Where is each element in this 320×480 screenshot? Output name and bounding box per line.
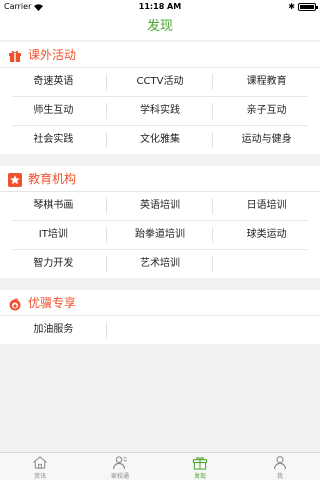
grid-item[interactable]: 球类运动: [213, 221, 320, 249]
tab-contacts[interactable]: 家校通: [80, 453, 160, 480]
item-grid: 奇速英语 CCTV活动 课程教育 师生互动 学科实践 亲子互动 社会实践 文化雅…: [0, 68, 320, 154]
status-right: ✱: [288, 2, 318, 11]
tab-label: 资讯: [33, 473, 46, 480]
section-institutions: 教育机构 琴棋书画 英语培训 日语培训 IT培训 跆拳道培训 球类运动 智力开发…: [0, 166, 320, 278]
grid-item[interactable]: 社会实践: [0, 126, 107, 154]
page-title: 发现: [146, 19, 173, 34]
grid-item[interactable]: 英语培训: [107, 192, 214, 220]
grid-item[interactable]: 文化雅集: [107, 126, 214, 154]
grid-item[interactable]: 艺术培训: [107, 250, 214, 278]
bluetooth-icon: ✱: [288, 2, 295, 11]
section-title: 优骥专享: [28, 296, 77, 310]
grid-item[interactable]: 亲子互动: [213, 97, 320, 125]
grid-item[interactable]: 加油服务: [0, 316, 107, 344]
section-title: 课外活动: [28, 48, 77, 62]
section-exclusive: 优骥专享 加油服务: [0, 290, 320, 344]
item-grid: 加油服务: [0, 316, 320, 344]
tab-label: 家校通: [110, 473, 129, 480]
tab-label: 我: [276, 473, 283, 480]
grid-item[interactable]: 日语培训: [213, 192, 320, 220]
grid-item[interactable]: 学科实践: [107, 97, 214, 125]
section-header: 课外活动: [0, 42, 320, 68]
grid-item[interactable]: CCTV活动: [107, 68, 214, 96]
gift-icon: [192, 457, 208, 470]
tab-bar: 资讯 家校通 发现 我: [0, 452, 320, 480]
grid-item[interactable]: 智力开发: [0, 250, 107, 278]
grid-item[interactable]: 跆拳道培训: [107, 221, 214, 249]
grid-item[interactable]: 奇速英语: [0, 68, 107, 96]
grid-item[interactable]: 运动与健身: [213, 126, 320, 154]
star-icon: [8, 172, 22, 187]
section-header: 优骥专享: [0, 290, 320, 316]
section-extracurricular: 课外活动 奇速英语 CCTV活动 课程教育 师生互动 学科实践 亲子互动 社会实…: [0, 42, 320, 154]
battery-icon: [298, 2, 318, 11]
tab-news[interactable]: 资讯: [0, 453, 80, 480]
grid-item[interactable]: IT培训: [0, 221, 107, 249]
home-icon: [33, 456, 47, 469]
person-icon: [273, 456, 287, 470]
status-bar: Carrier 11:18 AM ✱: [0, 0, 320, 14]
grid-item[interactable]: 师生互动: [0, 97, 107, 125]
tab-label: 发现: [193, 473, 206, 480]
status-time: 11:18 AM: [138, 2, 182, 11]
section-title: 教育机构: [28, 172, 77, 186]
item-grid: 琴棋书画 英语培训 日语培训 IT培训 跆拳道培训 球类运动 智力开发 艺术培训: [0, 192, 320, 278]
grid-item[interactable]: 课程教育: [213, 68, 320, 96]
nav-bar: 发现: [0, 14, 320, 40]
section-header: 教育机构: [0, 166, 320, 192]
grid-item-empty: [213, 250, 320, 278]
gift-icon: [8, 48, 22, 62]
tab-discover[interactable]: 发现: [160, 453, 240, 480]
fire-icon: [8, 296, 22, 310]
contacts-icon: [112, 456, 127, 470]
grid-item[interactable]: 琴棋书画: [0, 192, 107, 220]
tab-me[interactable]: 我: [240, 453, 320, 480]
